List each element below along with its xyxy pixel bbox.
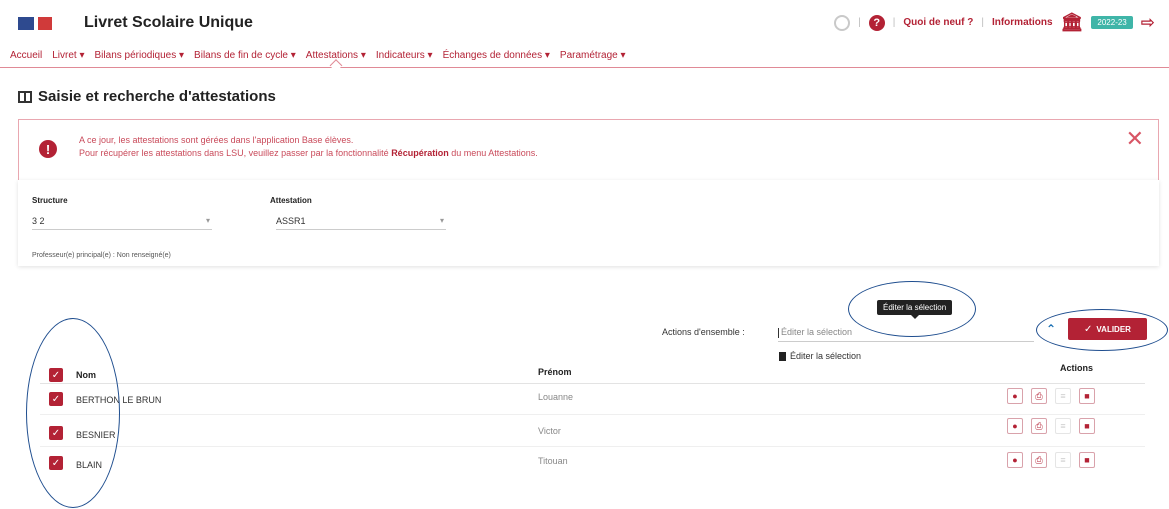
nav-livret[interactable]: Livret ▾ (52, 50, 84, 61)
print-icon[interactable]: ⎙ (1031, 388, 1047, 404)
filter-panel: Structure 3 2 ▾ Attestation ASSR1 ▾ Prof… (18, 180, 1159, 266)
page-title: Saisie et recherche d'attestations (18, 88, 276, 105)
cell-prenom: Louanne (538, 392, 574, 402)
cell-prenom: Victor (538, 426, 561, 436)
book-icon (18, 90, 32, 103)
list-icon: ≡ (1055, 452, 1071, 468)
nav-accueil[interactable]: Accueil (10, 50, 42, 61)
cell-nom: BLAIN (76, 460, 103, 470)
chevron-down-icon: ▾ (439, 216, 444, 225)
cell-nom: BESNIER (76, 430, 116, 440)
view-icon[interactable]: ● (1007, 452, 1023, 468)
prof-principal-note: Professeur(e) principal(e) : Non renseig… (32, 252, 171, 259)
nav-indicateurs[interactable]: Indicateurs ▾ (376, 50, 433, 61)
row-checkbox[interactable]: ✓ (49, 392, 63, 406)
nav-bilans-periodiques[interactable]: Bilans périodiques ▾ (95, 50, 185, 61)
structure-select[interactable]: 3 2 ▾ (32, 216, 212, 230)
header-toolbar: | ? | Quoi de neuf ? | Informations 🏛︎ 2… (834, 12, 1155, 33)
year-badge[interactable]: 2022-23 (1091, 16, 1133, 29)
republic-logo (18, 17, 52, 30)
validate-button[interactable]: ✓ VALIDER (1068, 318, 1147, 340)
bulk-actions-value: Éditer la sélection (781, 327, 853, 337)
logout-icon[interactable]: ⇨ (1141, 13, 1155, 33)
whats-new-link[interactable]: Quoi de neuf ? (903, 17, 973, 28)
page-title-text: Saisie et recherche d'attestations (38, 88, 276, 105)
print-icon[interactable]: ⎙ (1031, 452, 1047, 468)
recuperation-link[interactable]: Récupération (391, 148, 449, 158)
column-header-nom[interactable]: Nom (76, 370, 96, 380)
validate-label: VALIDER (1096, 324, 1131, 334)
help-icon[interactable]: ? (868, 14, 885, 31)
cell-prenom: Titouan (538, 456, 568, 466)
attestation-value: ASSR1 (276, 216, 306, 226)
nav-parametrage[interactable]: Paramétrage ▾ (560, 50, 626, 61)
alert-line-1: A ce jour, les attestations sont gérées … (79, 135, 354, 145)
bulk-actions-select[interactable]: Éditer la sélection (778, 327, 1034, 342)
attestation-select[interactable]: ASSR1 ▾ (276, 216, 446, 230)
close-icon[interactable]: ✕ (1126, 126, 1144, 152)
cell-nom: BERTHON LE BRUN (76, 395, 162, 405)
tooltip: Éditer la sélection (877, 300, 953, 319)
nav-attestations[interactable]: Attestations ▾ (306, 50, 366, 61)
select-all-checkbox[interactable]: ✓ (49, 368, 63, 382)
bulk-actions-label: Actions d'ensemble : (662, 327, 745, 337)
dropdown-option-edit[interactable]: Éditer la sélection (779, 351, 861, 361)
main-nav: Accueil Livret ▾ Bilans périodiques ▾ Bi… (0, 44, 1169, 68)
structure-value: 3 2 (32, 216, 45, 226)
list-icon: ≡ (1055, 418, 1071, 434)
alert-line-2: Pour récupérer les attestations dans LSU… (79, 148, 389, 158)
print-icon[interactable]: ⎙ (1031, 418, 1047, 434)
chevron-up-icon[interactable]: ⌃ (1046, 322, 1056, 336)
structure-label: Structure (32, 196, 68, 205)
alert-line-2-end: du menu Attestations. (451, 148, 538, 158)
view-icon[interactable]: ● (1007, 418, 1023, 434)
annotation-ellipse-checkboxes (26, 318, 120, 508)
top-bar: Livret Scolaire Unique | ? | Quoi de neu… (0, 0, 1169, 44)
support-icon[interactable] (834, 14, 851, 31)
column-header-actions: Actions (1060, 363, 1094, 373)
list-icon: ≡ (1055, 388, 1071, 404)
nav-bilans-fin-cycle[interactable]: Bilans de fin de cycle ▾ (194, 50, 296, 61)
delete-icon[interactable]: ■ (1079, 418, 1095, 434)
row-checkbox[interactable]: ✓ (49, 456, 63, 470)
attestation-label: Attestation (270, 196, 312, 205)
informations-link[interactable]: Informations (992, 17, 1053, 28)
column-header-prenom[interactable]: Prénom (538, 367, 572, 377)
institution-icon[interactable]: 🏛︎ (1061, 12, 1084, 33)
view-icon[interactable]: ● (1007, 388, 1023, 404)
document-icon (779, 351, 786, 361)
check-icon: ✓ (1084, 323, 1093, 335)
dropdown-option-label: Éditer la sélection (790, 351, 862, 361)
nav-echanges[interactable]: Échanges de données ▾ (443, 50, 550, 61)
alert-icon: ! (39, 140, 57, 158)
delete-icon[interactable]: ■ (1079, 388, 1095, 404)
delete-icon[interactable]: ■ (1079, 452, 1095, 468)
row-checkbox[interactable]: ✓ (49, 426, 63, 440)
chevron-down-icon: ▾ (205, 216, 210, 225)
app-title: Livret Scolaire Unique (84, 14, 253, 31)
alert-message: A ce jour, les attestations sont gérées … (79, 134, 538, 160)
